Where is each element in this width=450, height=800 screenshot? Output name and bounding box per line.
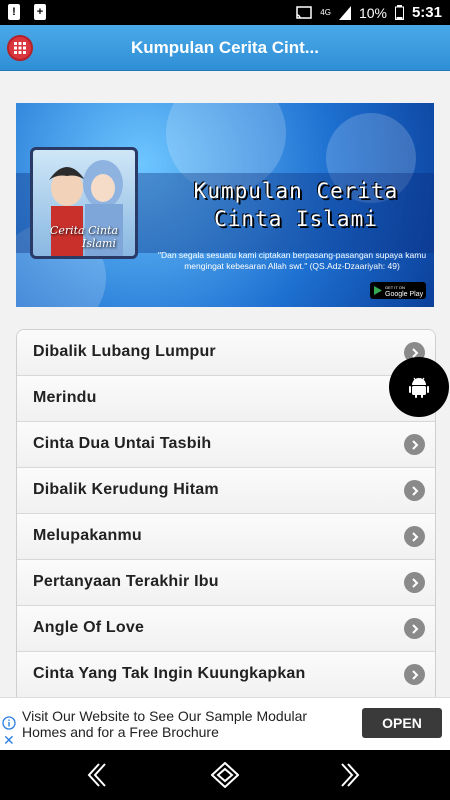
chevron-right-icon [404,618,425,639]
book-cover-image: Cerita Cinta Islami [30,147,138,259]
list-item[interactable]: Cinta Dua Untai Tasbih [17,422,435,468]
app-bar: Kumpulan Cerita Cint... [0,25,450,71]
badge-small-text: GET IT ON [385,284,405,290]
ad-info-icon[interactable] [2,716,16,730]
android-icon [409,377,429,398]
ad-close-icon[interactable]: ✕ [3,732,15,749]
battery-saver-icon: + [34,4,46,20]
list-item[interactable]: Angle Of Love [17,606,435,652]
battery-percent: 10% [358,4,387,21]
status-bar: ! + 4G 10% 5:31 [0,0,450,25]
badge-text: Google Play [385,290,424,298]
ad-banner[interactable]: ✕ Visit Our Website to See Our Sample Mo… [0,697,450,751]
chevron-right-icon [404,480,425,501]
chevron-right-icon [404,572,425,593]
chevron-right-icon [404,526,425,547]
clock: 5:31 [411,4,442,21]
network-label: 4G [320,8,331,17]
list-item[interactable]: Melupakanmu [17,514,435,560]
back-icon[interactable] [85,762,109,788]
list-item[interactable]: Dibalik Lubang Lumpur [17,330,435,376]
signal-icon [338,5,351,20]
list-item-label: Cinta Dua Untai Tasbih [33,435,212,452]
chevron-right-icon [404,434,425,455]
list-item-label: Pertanyaan Terakhir Ibu [33,573,219,590]
home-icon[interactable] [211,762,239,788]
android-fab-button[interactable] [389,357,449,417]
banner-quote: "Dan segala sesuatu kami ciptakan berpas… [157,250,427,271]
list-item-label: Dibalik Lubang Lumpur [33,343,216,360]
list-item-label: Angle Of Love [33,619,145,636]
list-item-label: Cinta Yang Tak Ingin Kuungkapkan [33,665,306,682]
banner-title-line2: Cinta Islami [214,207,378,231]
alert-icon: ! [8,4,20,20]
list-item[interactable]: Cinta Yang Tak Ingin Kuungkapkan [17,652,435,698]
promo-banner: Cerita Cinta Islami Kumpulan Cerita Cint… [16,103,434,307]
cover-label-line2: Islami [81,237,116,250]
recents-icon[interactable] [338,762,362,788]
battery-icon [394,5,404,20]
list-item[interactable]: Merindu [17,376,435,422]
story-list: Dibalik Lubang Lumpur Merindu Cinta Dua … [16,329,436,699]
play-store-icon [374,286,382,295]
cover-label-line1: Cerita Cinta [49,224,119,237]
banner-title-line1: Kumpulan Cerita [193,179,399,203]
page-title: Kumpulan Cerita Cint... [131,38,319,57]
list-item-label: Merindu [33,389,97,406]
google-play-badge[interactable]: GET IT ON Google Play [370,282,426,299]
banner-title: Kumpulan Cerita Cinta Islami [166,177,426,233]
ad-open-button[interactable]: OPEN [362,708,442,738]
list-item[interactable]: Pertanyaan Terakhir Ibu [17,560,435,606]
ad-text: Visit Our Website to See Our Sample Modu… [22,708,308,740]
list-item-label: Melupakanmu [33,527,142,544]
cast-icon [296,5,313,19]
navigation-bar [0,750,450,800]
chevron-right-icon [404,664,425,685]
list-item-label: Dibalik Kerudung Hitam [33,481,219,498]
list-item[interactable]: Dibalik Kerudung Hitam [17,468,435,514]
